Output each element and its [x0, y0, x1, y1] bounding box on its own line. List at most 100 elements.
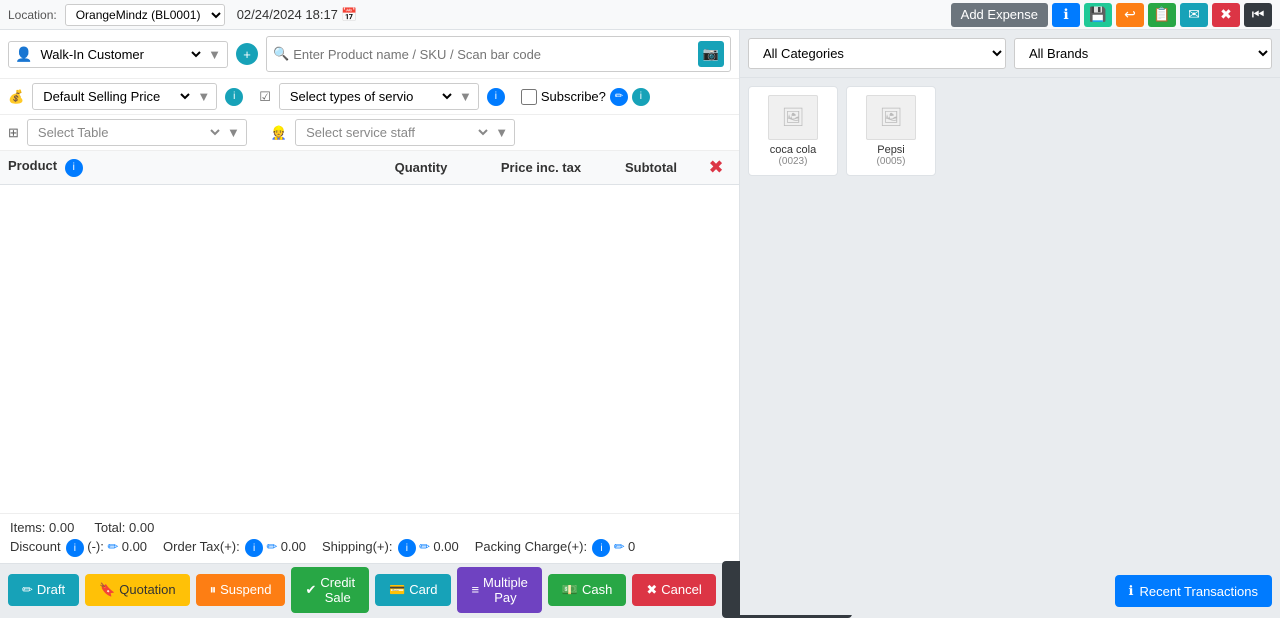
selling-price-row: 💰 Default Selling Price ▼ i ☑ Select typ… — [0, 79, 739, 115]
credit-icon: ✔ — [305, 582, 316, 598]
draft-button[interactable]: ✏ Draft — [8, 574, 79, 606]
customer-select-wrap: 👤 Walk-In Customer ▼ — [8, 41, 228, 68]
service-type-select[interactable]: Select types of servio — [286, 88, 455, 105]
order-footer: Items: 0.00 Total: 0.00 Discount i (-): … — [0, 513, 739, 564]
product-image-0: 🖼 — [768, 95, 818, 140]
packing-edit-icon[interactable]: ✏ — [614, 539, 625, 554]
table-icon: ⊞ — [8, 125, 19, 141]
category-filter[interactable]: All Categories — [748, 38, 1006, 69]
quotation-icon: 🔖 — [99, 582, 115, 598]
chevron-service-icon: ▼ — [459, 89, 472, 104]
subscribe-checkbox[interactable] — [521, 89, 537, 105]
info-button[interactable]: ℹ — [1052, 3, 1080, 27]
search-icon: 🔍 — [273, 46, 289, 62]
recent-transactions-button[interactable]: ℹ Recent Transactions — [1115, 575, 1272, 607]
col-price-header: Price inc. tax — [481, 160, 601, 175]
top-bar: Location: OrangeMindz (BL0001) 02/24/202… — [0, 0, 1280, 30]
service-icon: ☑ — [259, 89, 271, 105]
cash-button[interactable]: 💵 Cash — [548, 574, 627, 606]
customer-select[interactable]: Walk-In Customer — [36, 46, 204, 63]
shipping-info: Shipping(+): i ✏ 0.00 — [322, 539, 459, 558]
staff-icon: 👷 — [271, 125, 287, 141]
footer-summary-row: Items: 0.00 Total: 0.00 — [10, 520, 729, 535]
tax-info-button[interactable]: i — [245, 539, 263, 557]
subscribe-wrap: Subscribe? ✏ i — [521, 88, 650, 106]
brand-filter[interactable]: All Brands — [1014, 38, 1272, 69]
packing-info-button[interactable]: i — [592, 539, 610, 557]
cancel-button[interactable]: ✖ Cancel — [632, 574, 715, 606]
price-icon: 💰 — [8, 89, 24, 105]
right-bottom: ℹ Recent Transactions — [740, 567, 1280, 615]
suspend-button[interactable]: ⏸ Suspend — [196, 574, 286, 606]
table-select-wrap: Select Table ▼ — [27, 119, 247, 146]
clipboard-button[interactable]: 📋 — [1148, 3, 1176, 27]
mail-button[interactable]: ✉ — [1180, 3, 1208, 27]
subscribe-label: Subscribe? — [541, 89, 606, 104]
col-delete-header: ✖ — [701, 157, 731, 178]
product-name-0: coca cola — [770, 144, 816, 156]
col-subtotal-header: Subtotal — [601, 160, 701, 175]
barcode-button[interactable]: 📷 — [698, 41, 724, 67]
quotation-button[interactable]: 🔖 Quotation — [85, 574, 190, 606]
products-grid: 🖼 coca cola (0023) 🖼 Pepsi (0005) — [740, 78, 1280, 567]
back-button[interactable]: ⏮ — [1244, 3, 1272, 27]
add-expense-button[interactable]: Add Expense — [951, 3, 1048, 27]
close-button[interactable]: ✖ — [1212, 3, 1240, 27]
main-layout: 👤 Walk-In Customer ▼ + 🔍 📷 💰 Default Sel… — [0, 30, 1280, 615]
right-filters: All Categories All Brands — [740, 30, 1280, 78]
service-info-button[interactable]: i — [487, 88, 505, 106]
shipping-edit-icon[interactable]: ✏ — [419, 539, 430, 554]
clear-all-button[interactable]: ✖ — [708, 157, 723, 178]
product-image-1: 🖼 — [866, 95, 916, 140]
order-tax-info: Order Tax(+): i ✏ 0.00 — [163, 539, 306, 558]
chevron-staff-icon: ▼ — [495, 125, 508, 140]
product-search-input[interactable] — [293, 47, 694, 62]
footer-details-row: Discount i (-): ✏ 0.00 Order Tax(+): i ✏… — [10, 539, 729, 558]
suspend-icon: ⏸ — [210, 582, 217, 598]
shipping-info-button[interactable]: i — [398, 539, 416, 557]
staff-select-wrap: Select service staff ▼ — [295, 119, 515, 146]
add-customer-button[interactable]: + — [236, 43, 258, 65]
calendar-icon: 📅 — [341, 7, 357, 22]
location-select[interactable]: OrangeMindz (BL0001) — [65, 4, 225, 26]
order-table-header: Product i Quantity Price inc. tax Subtot… — [0, 151, 739, 185]
draft-icon: ✏ — [22, 582, 33, 598]
service-select-wrap: Select types of servio ▼ — [279, 83, 479, 110]
left-panel: 👤 Walk-In Customer ▼ + 🔍 📷 💰 Default Sel… — [0, 30, 740, 615]
datetime-display: 02/24/2024 18:17 📅 — [237, 7, 358, 23]
product-card-1[interactable]: 🖼 Pepsi (0005) — [846, 86, 936, 176]
location-label: Location: — [8, 8, 57, 22]
multiple-pay-button[interactable]: ≡ Multiple Pay — [457, 567, 541, 613]
discount-edit-icon[interactable]: ✏ — [107, 539, 118, 554]
save-button[interactable]: 💾 — [1084, 3, 1112, 27]
col-qty-header: Quantity — [361, 160, 481, 175]
price-info-button[interactable]: i — [225, 88, 243, 106]
col-product-header: Product i — [8, 158, 361, 177]
product-info-button[interactable]: i — [65, 159, 83, 177]
customer-row: 👤 Walk-In Customer ▼ + 🔍 📷 — [0, 30, 739, 79]
top-actions: Add Expense ℹ 💾 ↩ 📋 ✉ ✖ ⏮ — [951, 3, 1272, 27]
discount-info: Discount i (-): ✏ 0.00 — [10, 539, 147, 558]
chevron-customer-icon: ▼ — [208, 47, 221, 62]
table-select[interactable]: Select Table — [34, 124, 223, 141]
table-staff-row: ⊞ Select Table ▼ 👷 Select service staff … — [0, 115, 739, 151]
subscribe-info-button[interactable]: i — [632, 88, 650, 106]
card-button[interactable]: 💳 Card — [375, 574, 451, 606]
tax-edit-icon[interactable]: ✏ — [266, 539, 277, 554]
subscribe-edit-button[interactable]: ✏ — [610, 88, 628, 106]
product-card-0[interactable]: 🖼 coca cola (0023) — [748, 86, 838, 176]
card-icon: 💳 — [389, 582, 405, 598]
product-name-1: Pepsi — [877, 144, 905, 156]
right-panel: All Categories All Brands 🖼 coca cola (0… — [740, 30, 1280, 615]
staff-select[interactable]: Select service staff — [302, 124, 491, 141]
discount-info-button[interactable]: i — [66, 539, 84, 557]
multiple-pay-icon: ≡ — [471, 582, 479, 597]
cancel-icon: ✖ — [646, 582, 657, 598]
product-img-placeholder-1: 🖼 — [880, 107, 903, 128]
cash-icon: 💵 — [562, 582, 578, 598]
price-select[interactable]: Default Selling Price — [39, 88, 193, 105]
product-code-1: (0005) — [877, 156, 906, 167]
chevron-price-icon: ▼ — [197, 89, 210, 104]
undo-button[interactable]: ↩ — [1116, 3, 1144, 27]
credit-sale-button[interactable]: ✔ Credit Sale — [291, 567, 369, 613]
